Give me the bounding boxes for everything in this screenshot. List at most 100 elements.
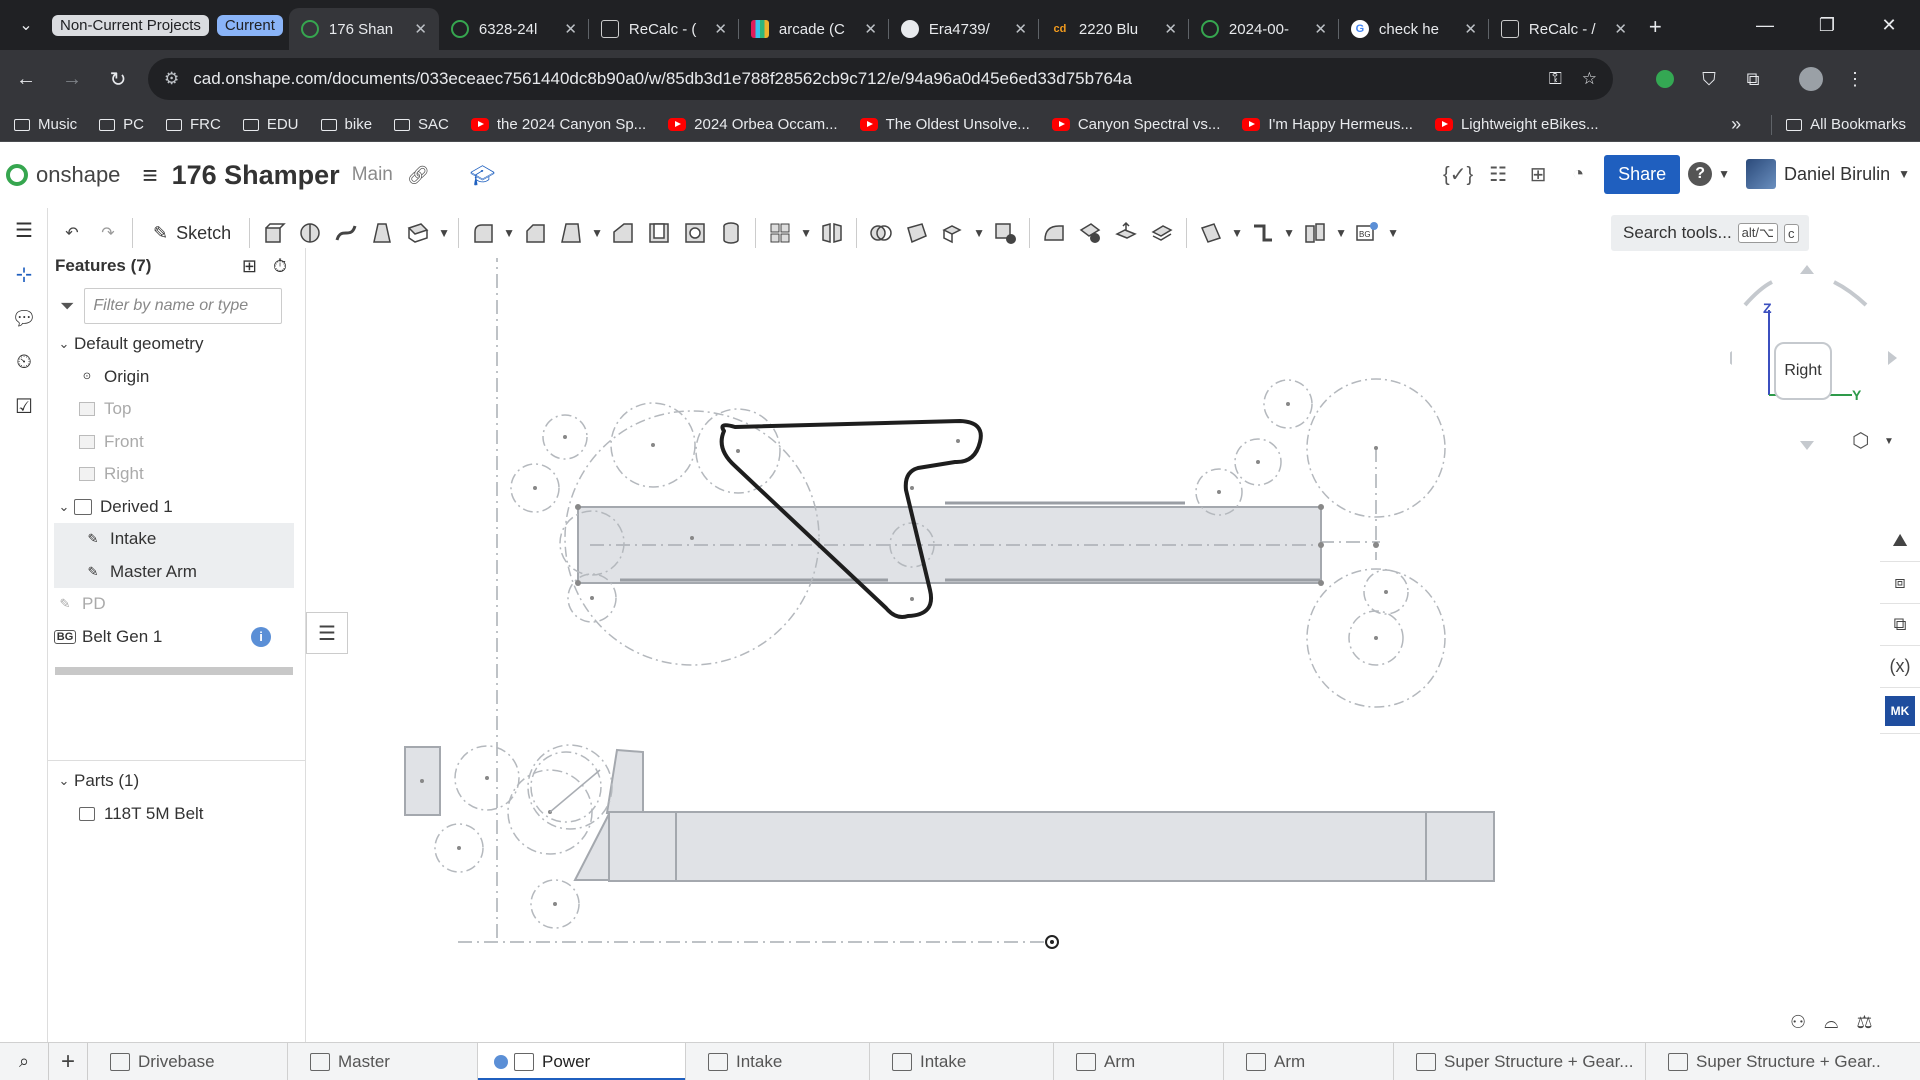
- back-icon[interactable]: ←: [6, 59, 46, 99]
- tab-search-icon[interactable]: ⌕: [0, 1051, 48, 1072]
- extrude-icon[interactable]: [256, 215, 292, 251]
- chevron-down-icon[interactable]: ▼: [971, 226, 987, 240]
- view-tools-icon[interactable]: ⚇: [1790, 1012, 1806, 1033]
- split-icon[interactable]: [899, 215, 935, 251]
- chevron-down-icon[interactable]: ⌄: [54, 499, 74, 515]
- browser-tab[interactable]: G check he ✕: [1339, 8, 1489, 50]
- tab-drivebase[interactable]: Drivebase: [88, 1042, 288, 1080]
- thicken-icon[interactable]: [400, 215, 436, 251]
- chamfer-icon[interactable]: [517, 215, 553, 251]
- code-braces-icon[interactable]: {✓}: [1438, 154, 1478, 194]
- part-item[interactable]: 118T 5M Belt: [48, 798, 306, 831]
- feature-list-icon[interactable]: ☰: [0, 208, 48, 252]
- extension-green-icon[interactable]: [1643, 59, 1687, 99]
- boolean-icon[interactable]: [863, 215, 899, 251]
- close-tab-icon[interactable]: ✕: [1314, 20, 1327, 38]
- tab-arm-assembly[interactable]: Arm: [1224, 1042, 1394, 1080]
- bookmark-link[interactable]: 2024 Orbea Occam...: [668, 116, 838, 133]
- modify-fillet-icon[interactable]: [1036, 215, 1072, 251]
- minimize-icon[interactable]: —: [1734, 0, 1796, 50]
- undo-icon[interactable]: ↶: [54, 215, 90, 251]
- transform-icon[interactable]: [935, 215, 971, 251]
- move-face-icon[interactable]: [1108, 215, 1144, 251]
- tab-group-current[interactable]: Current: [216, 14, 283, 36]
- mass-properties-icon[interactable]: ⧈: [1880, 562, 1920, 604]
- bookmark-link[interactable]: I'm Happy Hermeus...: [1242, 116, 1413, 133]
- profile-avatar-icon[interactable]: [1789, 59, 1833, 99]
- chevron-down-icon[interactable]: ⌄: [54, 773, 74, 789]
- site-info-icon[interactable]: ⚙: [164, 69, 179, 89]
- hole-icon[interactable]: [677, 215, 713, 251]
- feature-item-pd[interactable]: ✎ PD: [48, 588, 305, 621]
- tab-super-structure[interactable]: Super Structure + Gear...: [1394, 1042, 1646, 1080]
- close-window-icon[interactable]: ✕: [1858, 0, 1920, 50]
- learning-center-icon[interactable]: ◔: [1558, 154, 1598, 194]
- close-tab-icon[interactable]: ✕: [1464, 20, 1477, 38]
- add-tab-button[interactable]: +: [48, 1042, 88, 1080]
- feature-item-intake[interactable]: ✎ Intake: [54, 523, 294, 556]
- view-cube-face[interactable]: Right: [1774, 342, 1832, 400]
- bookmark-folder[interactable]: SAC: [394, 116, 449, 133]
- password-key-icon[interactable]: ⚿: [1549, 69, 1562, 89]
- link-icon[interactable]: 🔗︎: [407, 165, 430, 186]
- sheet-metal-icon[interactable]: [1245, 215, 1281, 251]
- close-tab-icon[interactable]: ✕: [1614, 20, 1627, 38]
- url-text[interactable]: cad.onshape.com/documents/033eceaec75614…: [193, 69, 1529, 89]
- variables-icon[interactable]: (x): [1880, 646, 1920, 688]
- reload-icon[interactable]: ↻: [98, 59, 138, 99]
- comments-icon[interactable]: 💬︎: [0, 296, 48, 340]
- view-options-chevron-down-icon[interactable]: ▼: [1884, 436, 1894, 447]
- parts-header[interactable]: ⌄ Parts (1): [48, 765, 306, 798]
- sweep-icon[interactable]: [328, 215, 364, 251]
- filter-funnel-icon[interactable]: ⏷: [60, 296, 74, 317]
- tab-intake-assembly[interactable]: Intake: [870, 1042, 1054, 1080]
- insert-icon[interactable]: ⊹: [0, 252, 48, 296]
- help-chevron-down-icon[interactable]: ▼: [1718, 167, 1730, 181]
- sketch-button[interactable]: ✎ Sketch: [153, 223, 243, 244]
- bookmark-link[interactable]: The Oldest Unsolve...: [859, 116, 1030, 133]
- share-button[interactable]: Share: [1604, 154, 1681, 194]
- education-cap-icon[interactable]: 🎓︎: [470, 163, 495, 188]
- rollback-timer-icon[interactable]: ⏱: [273, 256, 287, 277]
- chevron-down-icon[interactable]: ⌄: [54, 336, 74, 352]
- more-bookmarks-chevron-icon[interactable]: »: [1731, 114, 1741, 135]
- branch-name[interactable]: Main: [352, 164, 393, 186]
- draft-icon[interactable]: [553, 215, 589, 251]
- browser-tab[interactable]: ReCalc - / ✕: [1489, 8, 1639, 50]
- document-name[interactable]: 176 Shamper: [172, 160, 340, 191]
- cylinder-icon[interactable]: [713, 215, 749, 251]
- release-list-icon[interactable]: ☷: [1478, 154, 1518, 194]
- mirror-icon[interactable]: [814, 215, 850, 251]
- add-folder-icon[interactable]: ⊞: [242, 256, 257, 277]
- feature-item-belt-gen[interactable]: BG Belt Gen 1 i: [48, 621, 305, 654]
- tab-arm[interactable]: Arm: [1054, 1042, 1224, 1080]
- browser-tab[interactable]: Era4739/ ✕: [889, 8, 1039, 50]
- tab-power[interactable]: Power: [478, 1042, 686, 1080]
- avatar[interactable]: [1746, 159, 1777, 189]
- extensions-puzzle-icon[interactable]: ⧉: [1731, 59, 1775, 99]
- history-icon[interactable]: ⏲: [0, 340, 48, 384]
- close-tab-icon[interactable]: ✕: [1164, 20, 1177, 38]
- variables-table-icon[interactable]: ☑: [0, 384, 48, 428]
- app-store-icon[interactable]: ⊞: [1518, 154, 1558, 194]
- rollback-bar[interactable]: [55, 667, 293, 675]
- user-chevron-down-icon[interactable]: ▼: [1898, 167, 1910, 181]
- feature-filter-input[interactable]: Filter by name or type: [84, 288, 283, 324]
- bookmark-folder[interactable]: FRC: [166, 116, 221, 133]
- chevron-down-icon[interactable]: ▼: [1281, 226, 1297, 240]
- delete-part-icon[interactable]: [987, 215, 1023, 251]
- feature-item-master-arm[interactable]: ✎ Master Arm: [54, 555, 294, 588]
- browser-tab[interactable]: arcade (C ✕: [739, 8, 889, 50]
- plane-icon[interactable]: [1193, 215, 1229, 251]
- tab-search-icon[interactable]: ⌄: [8, 7, 44, 43]
- mk-app-icon[interactable]: MK: [1880, 688, 1920, 734]
- feature-item-top[interactable]: Top: [48, 393, 305, 426]
- belt-gen-icon[interactable]: BG: [1349, 215, 1385, 251]
- restore-icon[interactable]: ❐: [1796, 0, 1858, 50]
- close-tab-icon[interactable]: ✕: [714, 20, 727, 38]
- onshape-logo[interactable]: onshape: [6, 162, 120, 188]
- chevron-down-icon[interactable]: ▼: [798, 226, 814, 240]
- bookmark-folder[interactable]: EDU: [242, 116, 299, 133]
- chevron-down-icon[interactable]: ▼: [1333, 226, 1349, 240]
- loft-icon[interactable]: [364, 215, 400, 251]
